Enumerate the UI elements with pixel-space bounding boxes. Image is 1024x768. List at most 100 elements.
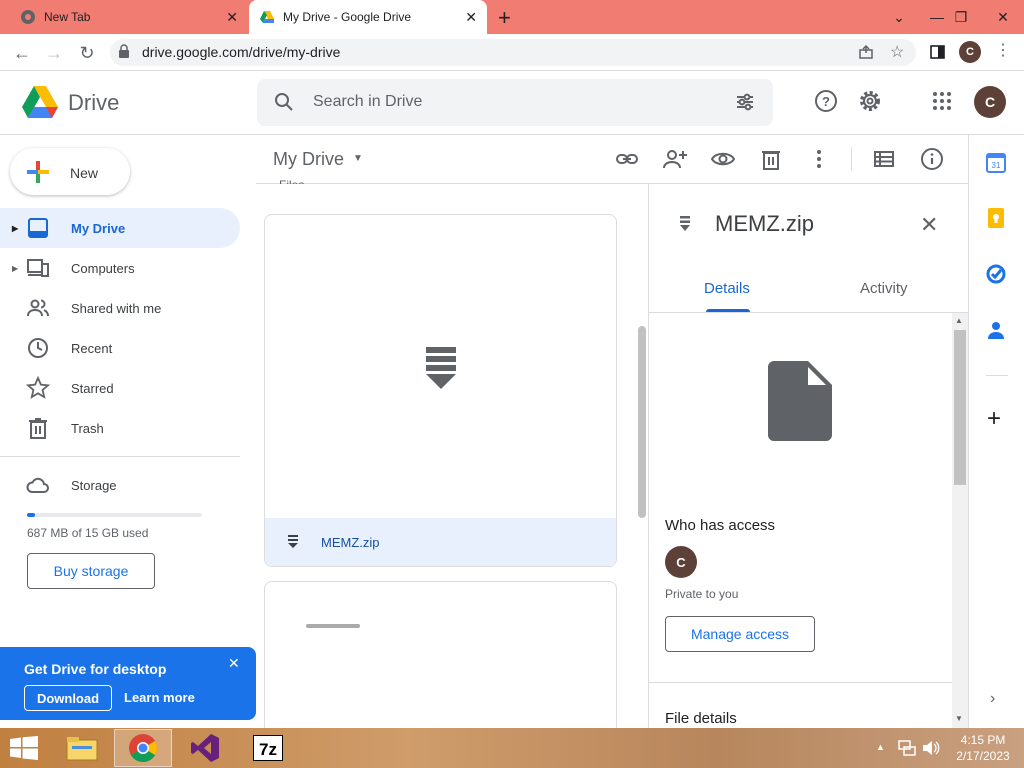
people-icon bbox=[27, 299, 49, 317]
sidebar-item-shared-with-me[interactable]: Shared with me bbox=[0, 288, 240, 328]
sidebar-item-storage[interactable]: Storage bbox=[0, 465, 240, 505]
zip-file-icon bbox=[288, 535, 298, 548]
expand-caret-icon[interactable]: ▶ bbox=[12, 224, 18, 233]
storage-progress-bar bbox=[27, 513, 202, 517]
zip-preview-icon bbox=[426, 347, 456, 389]
main-scrollbar[interactable] bbox=[638, 326, 646, 518]
scroll-up-arrow-icon[interactable]: ▲ bbox=[955, 316, 963, 325]
owner-avatar[interactable]: C bbox=[665, 546, 697, 578]
windows-start-icon[interactable] bbox=[10, 736, 38, 760]
contacts-icon[interactable] bbox=[986, 320, 1006, 340]
search-options-icon[interactable] bbox=[735, 92, 755, 112]
taskbar-date[interactable]: 2/17/2023 bbox=[955, 749, 1011, 763]
sidebar-item-recent[interactable]: Recent bbox=[0, 328, 240, 368]
sidebar-item-my-drive[interactable]: ▶ My Drive bbox=[0, 208, 240, 248]
taskbar-time[interactable]: 4:15 PM bbox=[955, 733, 1011, 747]
get-addons-plus-icon[interactable]: + bbox=[987, 405, 1001, 433]
7zip-taskbar-icon[interactable]: 7z bbox=[240, 729, 296, 767]
sidebar-item-trash[interactable]: Trash bbox=[0, 408, 240, 448]
side-panel-border bbox=[968, 135, 969, 728]
bookmark-star-icon[interactable]: ☆ bbox=[890, 42, 904, 62]
tab-activity[interactable]: Activity bbox=[860, 280, 908, 297]
download-button[interactable]: Download bbox=[24, 685, 112, 711]
drive-logo-icon[interactable] bbox=[22, 86, 58, 118]
file-name[interactable]: MEMZ.zip bbox=[321, 535, 380, 550]
expand-side-panel-icon[interactable]: › bbox=[990, 690, 995, 708]
drive-logo-text[interactable]: Drive bbox=[68, 90, 119, 116]
visual-studio-taskbar-icon[interactable] bbox=[178, 729, 232, 767]
tasks-icon[interactable] bbox=[986, 264, 1006, 284]
sidebar-item-starred[interactable]: Starred bbox=[0, 368, 240, 408]
close-tab-icon[interactable]: ✕ bbox=[226, 9, 238, 26]
url-text[interactable]: drive.google.com/drive/my-drive bbox=[142, 44, 340, 60]
browser-menu-icon[interactable]: ⋮ bbox=[995, 40, 1011, 60]
promo-close-icon[interactable]: ✕ bbox=[228, 655, 240, 672]
buy-storage-button[interactable]: Buy storage bbox=[27, 553, 155, 589]
restore-icon[interactable]: ❐ bbox=[944, 0, 978, 34]
new-tab-button[interactable]: + bbox=[498, 5, 511, 31]
close-tab-icon[interactable]: ✕ bbox=[465, 9, 477, 26]
file-details-heading: File details bbox=[665, 710, 737, 727]
zip-file-icon bbox=[680, 216, 690, 231]
remove-trash-icon[interactable] bbox=[759, 147, 783, 171]
list-view-icon[interactable] bbox=[872, 147, 896, 171]
file-explorer-taskbar-icon[interactable] bbox=[56, 729, 108, 767]
tab-search-icon[interactable]: ⌄ bbox=[882, 0, 916, 34]
details-scrollbar-thumb[interactable] bbox=[954, 330, 966, 485]
close-details-icon[interactable]: ✕ bbox=[920, 212, 938, 238]
search-icon[interactable] bbox=[274, 92, 294, 112]
toolbar-divider bbox=[851, 147, 852, 171]
chevron-down-icon[interactable]: ▼ bbox=[353, 153, 363, 164]
files-section-label: Files bbox=[279, 178, 304, 184]
more-actions-icon[interactable] bbox=[807, 147, 831, 171]
apps-grid-icon[interactable] bbox=[930, 89, 954, 113]
sidebar-item-label: Computers bbox=[71, 260, 135, 276]
tab-details[interactable]: Details bbox=[704, 280, 750, 297]
manage-access-button[interactable]: Manage access bbox=[665, 616, 815, 652]
calendar-icon[interactable]: 31 bbox=[986, 153, 1006, 173]
account-avatar[interactable]: C bbox=[974, 86, 1006, 118]
page-title[interactable]: My Drive bbox=[273, 149, 344, 170]
details-divider bbox=[649, 682, 952, 683]
expand-caret-icon[interactable]: ▶ bbox=[12, 264, 18, 273]
storage-used-text: 687 MB of 15 GB used bbox=[27, 526, 149, 540]
get-link-icon[interactable] bbox=[615, 147, 639, 171]
keep-icon[interactable] bbox=[986, 208, 1006, 228]
search-input[interactable]: Search in Drive bbox=[313, 93, 422, 111]
sidebar-item-computers[interactable]: ▶ Computers bbox=[0, 248, 240, 288]
settings-gear-icon[interactable] bbox=[858, 89, 882, 113]
browser-profile-avatar[interactable]: C bbox=[959, 41, 981, 63]
close-window-icon[interactable]: ✕ bbox=[986, 0, 1020, 34]
tab-new-tab[interactable]: New Tab ✕ bbox=[0, 0, 248, 34]
sidebar-item-label: Starred bbox=[71, 380, 114, 396]
computers-icon bbox=[27, 259, 49, 277]
scroll-down-arrow-icon[interactable]: ▼ bbox=[955, 714, 963, 723]
preview-eye-icon[interactable] bbox=[711, 147, 735, 171]
file-card[interactable] bbox=[264, 581, 617, 741]
svg-text:7z: 7z bbox=[259, 740, 277, 759]
reload-icon[interactable]: ↻ bbox=[75, 41, 99, 65]
show-hidden-icons-icon[interactable]: ▲ bbox=[876, 742, 885, 752]
cloud-icon bbox=[26, 477, 49, 493]
sidebar-item-label: Storage bbox=[71, 477, 117, 493]
clock-icon bbox=[28, 338, 48, 358]
side-panel-icon[interactable] bbox=[930, 45, 945, 59]
lock-icon[interactable] bbox=[118, 44, 130, 58]
share-page-icon[interactable] bbox=[858, 44, 874, 60]
svg-text:?: ? bbox=[822, 94, 830, 109]
tab-title: My Drive - Google Drive bbox=[283, 10, 412, 24]
network-icon[interactable] bbox=[898, 740, 916, 756]
info-icon[interactable] bbox=[920, 147, 944, 171]
share-add-person-icon[interactable] bbox=[663, 147, 687, 171]
file-card-footer[interactable] bbox=[265, 518, 616, 566]
sidebar-item-label: My Drive bbox=[71, 220, 126, 236]
back-icon[interactable]: ← bbox=[10, 41, 34, 65]
help-icon[interactable]: ? bbox=[814, 89, 838, 113]
forward-icon[interactable]: → bbox=[42, 41, 66, 65]
volume-icon[interactable] bbox=[922, 740, 940, 756]
svg-text:31: 31 bbox=[992, 161, 1001, 170]
file-card[interactable] bbox=[264, 214, 617, 567]
chrome-taskbar-icon[interactable] bbox=[114, 729, 172, 767]
tab-my-drive[interactable]: My Drive - Google Drive ✕ bbox=[249, 0, 487, 34]
learn-more-link[interactable]: Learn more bbox=[124, 690, 195, 705]
